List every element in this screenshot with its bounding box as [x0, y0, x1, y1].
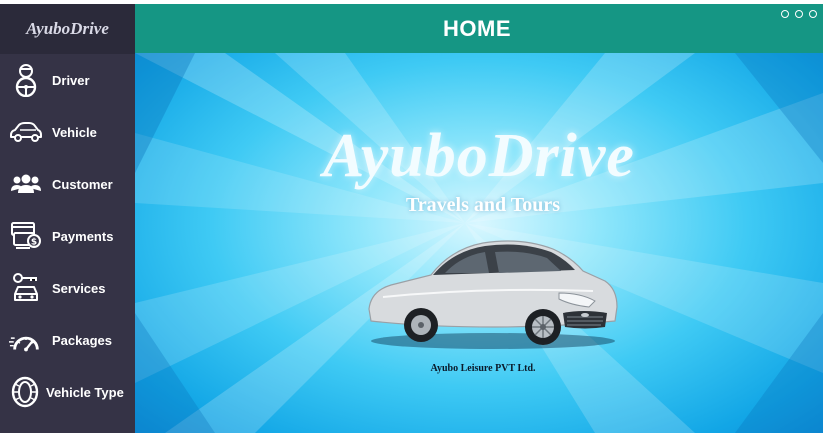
sidebar-item-packages[interactable]: Packages: [0, 317, 135, 363]
close-button[interactable]: [809, 10, 817, 18]
svg-text:$: $: [31, 238, 37, 248]
sidebar-item-label: Vehicle Type: [46, 384, 124, 400]
sidebar: AyuboDrive Driver Vehicle Customer $ Pay…: [0, 4, 135, 433]
customers-icon: [9, 167, 43, 201]
sidebar-item-payments[interactable]: $ Payments: [0, 213, 135, 259]
car-icon: [9, 115, 43, 149]
minimize-button[interactable]: [781, 10, 789, 18]
hero-title: AyuboDrive: [323, 122, 635, 190]
brand-logo: AyuboDrive: [0, 4, 135, 54]
driver-icon: [9, 63, 43, 97]
window-controls: [781, 10, 817, 18]
hero-subtitle: Travels and Tours: [405, 194, 561, 216]
sidebar-item-label: Payments: [52, 228, 114, 244]
services-icon: [9, 271, 43, 305]
sidebar-item-vehicle-type[interactable]: Vehicle Type: [0, 369, 135, 415]
home-hero: AyuboDrive Travels and Tours Ayubo Leisu…: [135, 53, 823, 433]
app-window: AyuboDrive Driver Vehicle Customer $ Pay…: [0, 0, 823, 433]
payments-icon: $: [9, 219, 43, 253]
maximize-button[interactable]: [795, 10, 803, 18]
sidebar-item-label: Packages: [52, 332, 112, 348]
tire-icon: [8, 375, 42, 409]
page-title: HOME: [443, 15, 511, 41]
sidebar-item-label: Customer: [52, 176, 113, 192]
sidebar-item-label: Services: [52, 280, 106, 296]
sidebar-item-customer[interactable]: Customer: [0, 161, 135, 207]
sidebar-item-label: Driver: [52, 72, 90, 88]
sidebar-item-services[interactable]: Services: [0, 265, 135, 311]
header-bar: HOME: [135, 4, 823, 53]
speedometer-icon: [9, 323, 43, 357]
sidebar-item-driver[interactable]: Driver: [0, 57, 135, 103]
car-image: [368, 240, 618, 349]
company-name: Ayubo Leisure PVT Ltd.: [430, 363, 536, 374]
sidebar-item-label: Vehicle: [52, 124, 97, 140]
sidebar-item-vehicle[interactable]: Vehicle: [0, 109, 135, 155]
